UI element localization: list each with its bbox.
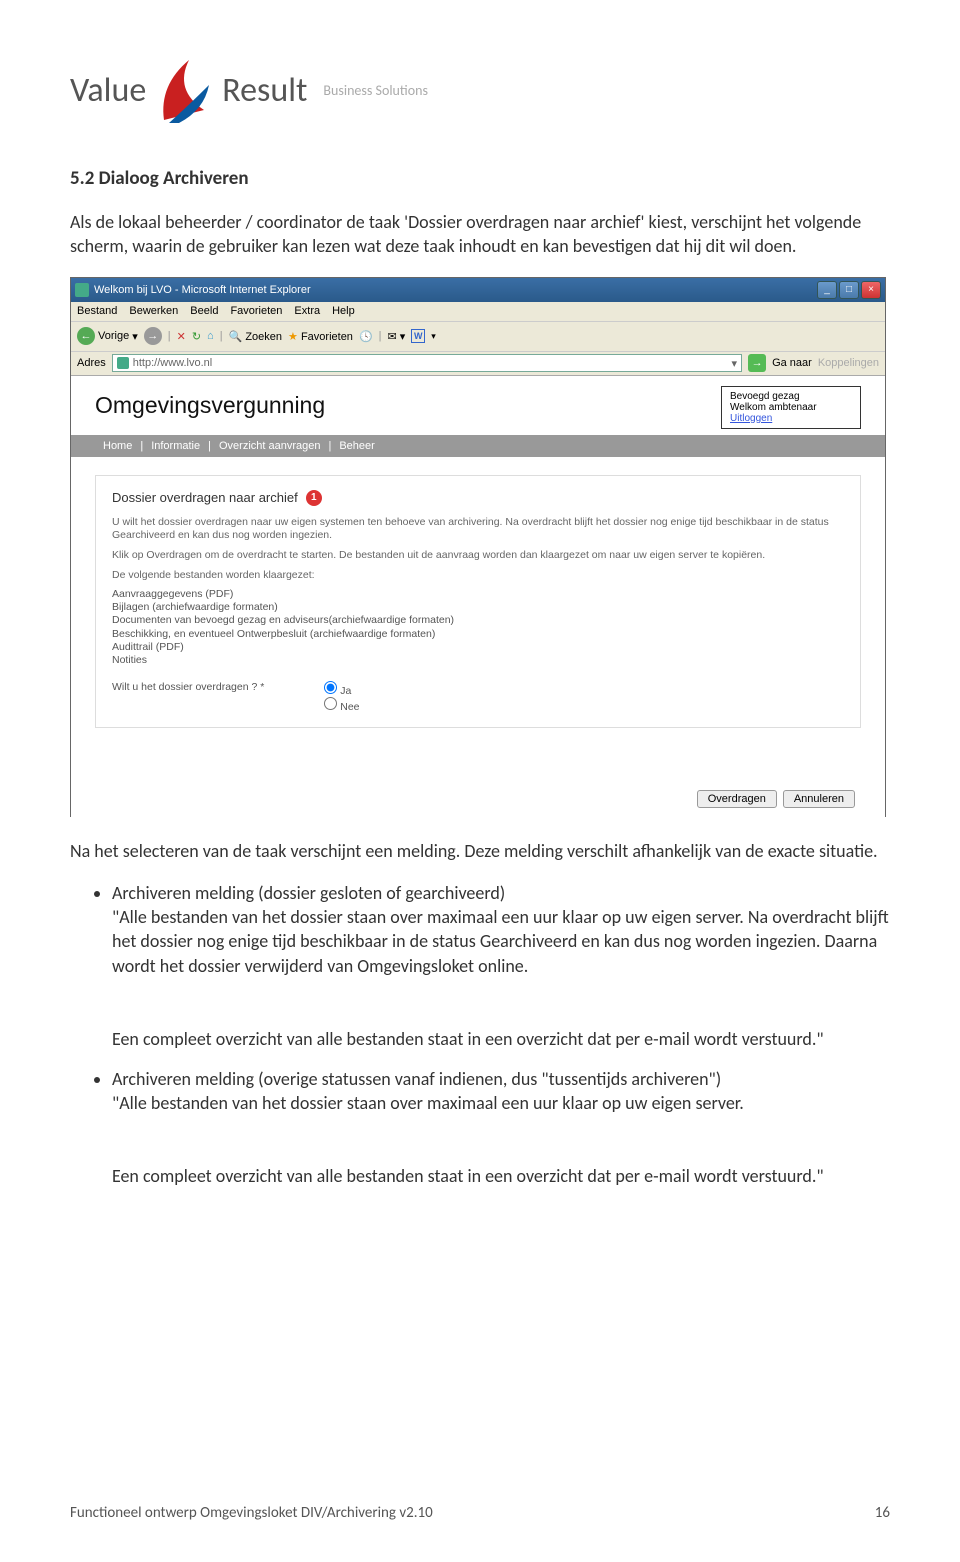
bullet-2: Archiveren melding (overige statussen va… <box>112 1067 890 1188</box>
address-label: Adres <box>77 357 106 369</box>
mail-icon[interactable]: ✉ ▾ <box>388 330 406 343</box>
minimize-button[interactable]: _ <box>817 281 837 299</box>
app-title: Omgevingsvergunning <box>95 386 325 425</box>
toolbar: ←Vorige ▾ → | ✕ ↻ ⌂ | 🔍 Zoeken ★ Favorie… <box>71 322 885 352</box>
panel-p3: De volgende bestanden worden klaargezet: <box>112 569 844 583</box>
menu-beeld[interactable]: Beeld <box>190 305 218 317</box>
question-label: Wilt u het dossier overdragen ? * <box>112 681 264 693</box>
links-label: Koppelingen <box>818 357 879 369</box>
maximize-button[interactable]: □ <box>839 281 859 299</box>
address-input[interactable]: http://www.lvo.nl ▾ <box>112 354 742 372</box>
menu-favorieten[interactable]: Favorieten <box>230 305 282 317</box>
app-nav: Home | Informatie | Overzicht aanvragen … <box>71 435 885 457</box>
annuleren-button[interactable]: Annuleren <box>783 790 855 808</box>
nav-beheer[interactable]: Beheer <box>331 440 382 452</box>
back-button[interactable]: ←Vorige ▾ <box>77 327 138 345</box>
menu-help[interactable]: Help <box>332 305 355 317</box>
logo-tagline: Business Solutions <box>323 82 428 99</box>
close-button[interactable]: × <box>861 281 881 299</box>
menu-extra[interactable]: Extra <box>294 305 320 317</box>
footer-left: Functioneel ontwerp Omgevingsloket DIV/A… <box>70 1504 433 1522</box>
bullet-1: Archiveren melding (dossier gesloten of … <box>112 881 890 1051</box>
window-title: Welkom bij LVO - Microsoft Internet Expl… <box>94 284 311 296</box>
panel-title: Dossier overdragen naar archief <box>112 490 298 505</box>
dialog-panel: Dossier overdragen naar archief 1 U wilt… <box>95 475 861 728</box>
logo-text2: Result <box>222 70 307 111</box>
go-label: Ga naar <box>772 357 812 369</box>
brand-logo: Value Result Business Solutions <box>70 55 890 125</box>
radio-ja[interactable]: Ja <box>324 681 359 697</box>
ie-icon <box>75 283 89 297</box>
user-role: Bevoegd gezag <box>730 391 852 402</box>
forward-button[interactable]: → <box>144 327 162 345</box>
radio-nee[interactable]: Nee <box>324 697 359 713</box>
overdragen-button[interactable]: Overdragen <box>697 790 777 808</box>
intro-paragraph: Als de lokaal beheerder / coordinator de… <box>70 210 890 259</box>
menu-bewerken[interactable]: Bewerken <box>129 305 178 317</box>
word-icon[interactable]: W <box>411 329 425 343</box>
page-footer: Functioneel ontwerp Omgevingsloket DIV/A… <box>70 1504 890 1522</box>
ie-page-icon <box>117 357 129 369</box>
file-list: Aanvraaggegevens (PDF) Bijlagen (archief… <box>112 588 844 667</box>
nav-informatie[interactable]: Informatie <box>143 440 208 452</box>
nav-home[interactable]: Home <box>95 440 140 452</box>
page-number: 16 <box>875 1504 890 1522</box>
logo-text: Value <box>70 70 146 111</box>
home-icon[interactable]: ⌂ <box>207 330 214 342</box>
step-badge: 1 <box>306 490 322 506</box>
screenshot-frame: Welkom bij LVO - Microsoft Internet Expl… <box>70 277 886 817</box>
go-button[interactable]: → <box>748 354 766 372</box>
panel-p1: U wilt het dossier overdragen naar uw ei… <box>112 516 844 543</box>
panel-p2: Klik op Overdragen om de overdracht te s… <box>112 549 844 563</box>
history-icon[interactable]: 🕓 <box>359 330 373 343</box>
after-paragraph: Na het selecteren van de taak verschijnt… <box>70 839 890 863</box>
page-content: Omgevingsvergunning Bevoegd gezag Welkom… <box>71 376 885 818</box>
refresh-icon[interactable]: ↻ <box>192 330 201 343</box>
section-heading: 5.2 Dialoog Archiveren <box>70 167 890 190</box>
menu-bar: Bestand Bewerken Beeld Favorieten Extra … <box>71 302 885 322</box>
stop-icon[interactable]: ✕ <box>177 330 186 343</box>
user-welcome: Welkom ambtenaar <box>730 402 852 413</box>
nav-overzicht[interactable]: Overzicht aanvragen <box>211 440 329 452</box>
menu-bestand[interactable]: Bestand <box>77 305 117 317</box>
search-button[interactable]: 🔍 Zoeken <box>229 330 282 343</box>
logo-swish-icon <box>154 55 214 125</box>
user-info-box: Bevoegd gezag Welkom ambtenaar Uitloggen <box>721 386 861 429</box>
window-titlebar: Welkom bij LVO - Microsoft Internet Expl… <box>71 278 885 302</box>
address-bar: Adres http://www.lvo.nl ▾ → Ga naar Kopp… <box>71 352 885 376</box>
favorites-button[interactable]: ★ Favorieten <box>288 330 353 343</box>
logout-link[interactable]: Uitloggen <box>730 413 772 424</box>
bullet-list: Archiveren melding (dossier gesloten of … <box>70 881 890 1189</box>
